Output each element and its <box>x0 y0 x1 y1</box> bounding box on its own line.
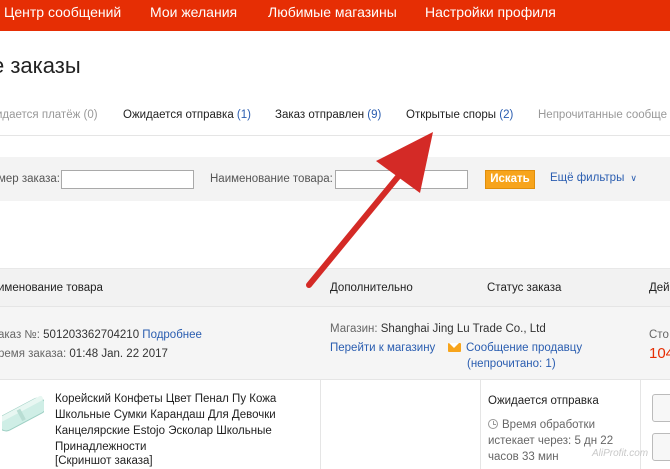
tab-label: Непрочитанные сообще <box>538 109 667 121</box>
tab-count: (0) <box>83 109 98 121</box>
unread-count[interactable]: (непрочитано: 1) <box>467 358 556 370</box>
product-thumbnail[interactable] <box>2 392 44 436</box>
store-label: Магазин: <box>330 323 378 335</box>
tab-label: Ожидается отправка <box>123 109 234 121</box>
action-button[interactable] <box>652 394 670 422</box>
message-seller-label: Сообщение продавцу <box>466 342 583 354</box>
column-divider <box>320 380 321 469</box>
order-number-label: аказ №: <box>0 329 40 341</box>
tab-count: (2) <box>499 109 514 121</box>
top-navigation: Центр сообщений Мои желания Любимые мага… <box>0 0 670 31</box>
more-filters-link[interactable]: Ещё фильтры ∨ <box>550 172 637 184</box>
nav-favorite-stores[interactable]: Любимые магазины <box>268 4 397 20</box>
order-cost-value: 104 <box>649 345 670 362</box>
message-seller-link[interactable]: Сообщение продавцу <box>448 342 582 354</box>
column-status: Статус заказа <box>487 282 562 294</box>
filter-bar: мер заказа: Наименование товара: Искать … <box>0 157 670 201</box>
tab-label: Заказ отправлен <box>275 109 365 121</box>
page-title: е заказы <box>0 53 81 78</box>
column-product: именование товара <box>0 282 103 294</box>
orders-table-header: именование товара Дополнительно Статус з… <box>0 268 670 306</box>
tab-unread-messages[interactable]: Непрочитанные сообще <box>538 109 667 121</box>
nav-wishlist[interactable]: Мои желания <box>150 4 237 20</box>
search-button[interactable]: Искать <box>485 170 535 189</box>
order-snapshot-link[interactable]: [Скриншот заказа] <box>55 455 153 467</box>
tab-open-disputes[interactable]: Открытые споры (2) <box>406 109 513 121</box>
order-time-label: ремя заказа: <box>0 348 67 360</box>
order-cost-label: Сто <box>649 329 669 341</box>
action-button[interactable] <box>652 433 670 461</box>
tab-order-shipped[interactable]: Заказ отправлен (9) <box>275 109 381 121</box>
tab-label: идается платёж <box>0 109 81 121</box>
order-number: аказ №: 501203362704210 Подробнее <box>0 329 202 341</box>
watermark: AliProfit.com <box>592 448 649 459</box>
more-filters-label: Ещё фильтры <box>550 172 625 184</box>
tab-count: (9) <box>367 109 382 121</box>
chevron-down-icon: ∨ <box>630 173 637 183</box>
order-time: ремя заказа: 01:48 Jan. 22 2017 <box>0 348 168 360</box>
clock-icon <box>488 419 498 429</box>
column-actions: Дей <box>649 282 670 294</box>
go-to-store-link[interactable]: Перейти к магазину <box>330 342 435 354</box>
order-number-label: мер заказа: <box>0 173 60 185</box>
order-status: Ожидается отправка <box>488 395 599 407</box>
order-number-input[interactable] <box>61 170 194 189</box>
product-title-link[interactable]: Корейский Конфеты Цвет Пенал Пу Кожа Шко… <box>55 391 285 455</box>
envelope-icon <box>448 343 461 352</box>
tab-count: (1) <box>236 109 251 121</box>
nav-message-center[interactable]: Центр сообщений <box>4 4 121 20</box>
order-header: аказ №: 501203362704210 Подробнее ремя з… <box>0 306 670 380</box>
order-details-link[interactable]: Подробнее <box>142 329 202 341</box>
order-number-value: 501203362704210 <box>43 329 140 341</box>
nav-profile-settings[interactable]: Настройки профиля <box>425 4 556 20</box>
column-additional: Дополнительно <box>330 282 413 294</box>
order-time-value: 01:48 Jan. 22 2017 <box>69 348 168 360</box>
column-divider <box>480 380 481 469</box>
tab-awaiting-shipment[interactable]: Ожидается отправка (1) <box>123 109 251 121</box>
product-name-label: Наименование товара: <box>210 173 333 185</box>
tab-label: Открытые споры <box>406 109 497 121</box>
order-status-tabs: идается платёж (0) Ожидается отправка (1… <box>0 98 670 136</box>
store-info: Магазин: Shanghai Jing Lu Trade Co., Ltd <box>330 323 546 335</box>
product-name-input[interactable] <box>335 170 468 189</box>
store-name: Shanghai Jing Lu Trade Co., Ltd <box>380 323 546 335</box>
tab-awaiting-payment[interactable]: идается платёж (0) <box>0 109 98 121</box>
